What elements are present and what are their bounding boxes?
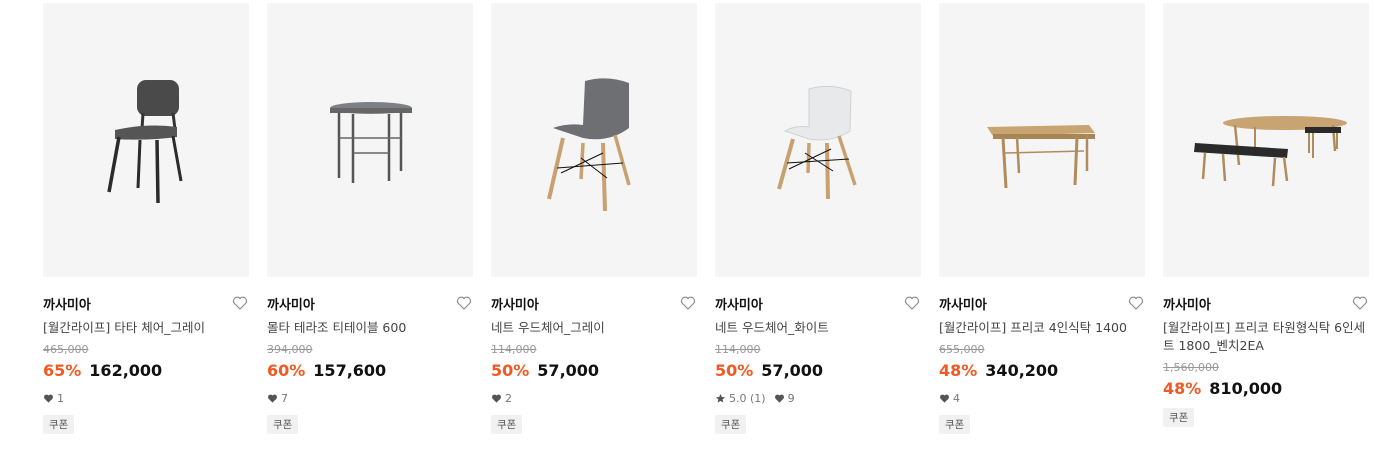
coupon-badge: 쿠폰 — [267, 415, 299, 434]
wishlist-heart-icon[interactable] — [679, 294, 697, 312]
heart-filled-icon — [268, 394, 277, 403]
gray-wood-chair-image — [547, 78, 631, 212]
product-name[interactable]: [월간라이프] 프리코 4인식탁 1400 — [939, 319, 1145, 337]
heart-filled-icon — [774, 394, 784, 403]
discount-rate: 48% — [939, 360, 978, 380]
product-stats: 1 — [43, 390, 249, 406]
sale-price: 57,000 — [761, 360, 824, 380]
discount-rate: 48% — [1163, 378, 1202, 398]
sale-price: 162,000 — [89, 360, 163, 380]
original-price: 394,000 — [267, 343, 313, 356]
product-image[interactable] — [715, 3, 921, 277]
sale-price: 57,000 — [537, 360, 600, 380]
wishlist-heart-icon[interactable] — [1351, 294, 1369, 312]
product-card[interactable]: 까사미아 [월간라이프] 프리코 타원형식탁 6인세트 1800_벤치2EA 1… — [1163, 3, 1369, 434]
product-grid: 까사미아 [월간라이프] 타타 체어_그레이 465,000 65% 162,0… — [43, 3, 1369, 434]
product-name[interactable]: 네트 우드체어_그레이 — [491, 319, 697, 337]
product-image[interactable] — [1163, 3, 1369, 277]
product-name[interactable]: [월간라이프] 타타 체어_그레이 — [43, 319, 249, 337]
coupon-badge: 쿠폰 — [1163, 408, 1195, 427]
brand-name: 까사미아 — [939, 297, 987, 313]
wood-dining-table-image — [987, 125, 1095, 189]
product-name[interactable]: 몰타 테라조 티테이블 600 — [267, 319, 473, 337]
likes-count: 2 — [505, 391, 512, 405]
terrazzo-table-image — [330, 102, 412, 183]
wishlist-heart-icon[interactable] — [1127, 294, 1145, 312]
brand-name: 까사미아 — [1163, 297, 1211, 313]
discount-rate: 60% — [267, 360, 306, 380]
coupon-badge: 쿠폰 — [939, 415, 971, 434]
product-card[interactable]: 까사미아 [월간라이프] 프리코 4인식탁 1400 655,000 48% 3… — [939, 3, 1145, 434]
white-wood-chair-image — [777, 85, 857, 200]
product-image[interactable] — [43, 3, 249, 277]
discount-rate: 50% — [715, 360, 754, 380]
coupon-badge: 쿠폰 — [43, 415, 75, 434]
heart-filled-icon — [492, 394, 501, 403]
product-stats: 5.0 (1) 9 — [715, 390, 921, 406]
product-name[interactable]: 네트 우드체어_화이트 — [715, 319, 921, 337]
product-card[interactable]: 까사미아 몰타 테라조 티테이블 600 394,000 60% 157,600… — [267, 3, 473, 434]
product-card[interactable]: 까사미아 [월간라이프] 타타 체어_그레이 465,000 65% 162,0… — [43, 3, 249, 434]
product-card[interactable]: 까사미아 네트 우드체어_화이트 114,000 50% 57,000 5.0 … — [715, 3, 921, 434]
original-price: 114,000 — [715, 343, 761, 356]
sale-price: 340,200 — [985, 360, 1059, 380]
wishlist-heart-icon[interactable] — [231, 294, 249, 312]
coupon-badge: 쿠폰 — [491, 415, 523, 434]
original-price: 655,000 — [939, 343, 985, 356]
brand-name: 까사미아 — [715, 297, 763, 313]
discount-rate: 65% — [43, 360, 82, 380]
gray-chair-image — [107, 80, 183, 204]
heart-filled-icon — [44, 394, 53, 403]
oval-table-set-image — [1194, 116, 1347, 187]
likes-count: 1 — [57, 391, 64, 405]
sale-price: 810,000 — [1209, 378, 1283, 398]
wishlist-heart-icon[interactable] — [903, 294, 921, 312]
product-card[interactable]: 까사미아 네트 우드체어_그레이 114,000 50% 57,000 2 쿠폰 — [491, 3, 697, 434]
product-image[interactable] — [267, 3, 473, 277]
likes-count: 9 — [787, 391, 795, 405]
product-stats: 2 — [491, 390, 697, 406]
original-price: 465,000 — [43, 343, 89, 356]
rating-score: 5.0 (1) — [729, 391, 766, 405]
sale-price: 157,600 — [313, 360, 387, 380]
product-image[interactable] — [939, 3, 1145, 277]
likes-count: 7 — [281, 391, 288, 405]
brand-name: 까사미아 — [491, 297, 539, 313]
product-stats: 4 — [939, 390, 1145, 406]
product-image[interactable] — [491, 3, 697, 277]
brand-name: 까사미아 — [267, 297, 315, 313]
wishlist-heart-icon[interactable] — [455, 294, 473, 312]
product-name[interactable]: [월간라이프] 프리코 타원형식탁 6인세트 1800_벤치2EA — [1163, 319, 1369, 355]
original-price: 1,560,000 — [1163, 361, 1219, 374]
discount-rate: 50% — [491, 360, 530, 380]
coupon-badge: 쿠폰 — [715, 415, 747, 434]
product-stats: 7 — [267, 390, 473, 406]
brand-name: 까사미아 — [43, 297, 91, 313]
original-price: 114,000 — [491, 343, 537, 356]
likes-count: 4 — [953, 391, 960, 405]
heart-filled-icon — [940, 394, 949, 403]
star-icon — [715, 393, 726, 403]
